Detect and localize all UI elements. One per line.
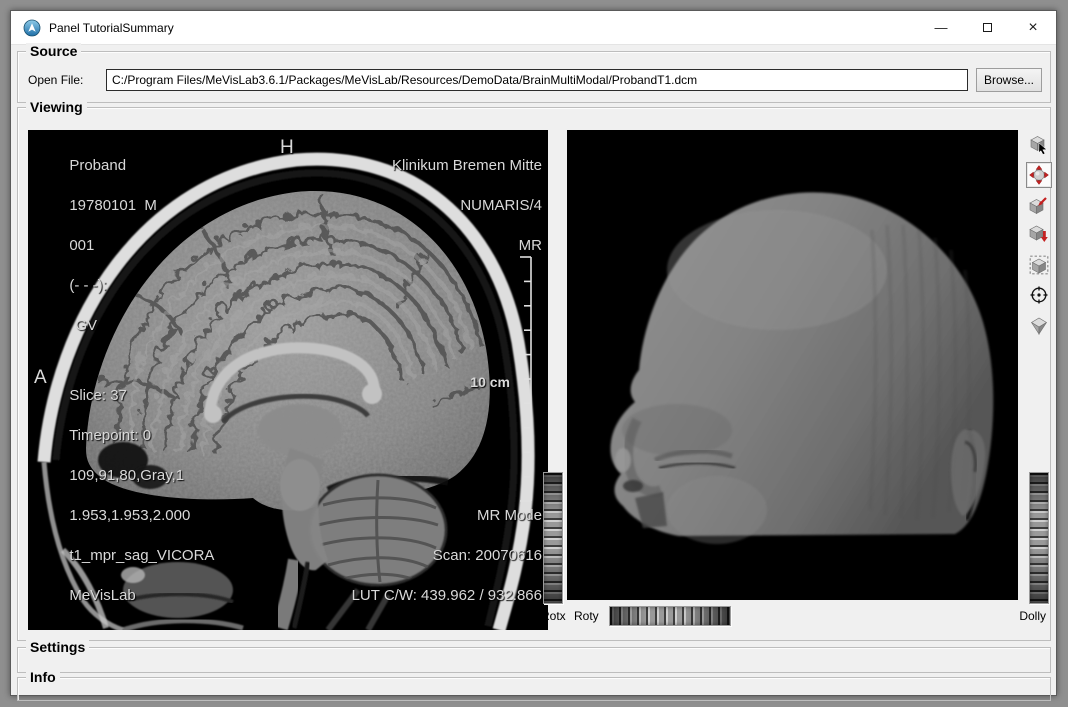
roty-label: Roty	[574, 609, 599, 623]
viewer-3d[interactable]	[567, 130, 1018, 600]
seek-icon	[1029, 285, 1049, 305]
mevislab-logo-icon	[23, 19, 41, 37]
minimize-icon: —	[935, 23, 948, 32]
mode-status-overlay: MR Mode Scan: 20070616 LUT C/W: 439.962 …	[318, 486, 542, 626]
window-title: Panel TutorialSummary	[49, 21, 174, 35]
view-mode-icon	[1029, 165, 1049, 185]
info-section: Info	[17, 677, 1051, 701]
patient-info-overlay: Proband 19780101 M 001 (- - -): GV	[36, 136, 157, 356]
file-path-input[interactable]	[106, 69, 968, 91]
dolly-label: Dolly	[1019, 609, 1046, 623]
browse-button[interactable]: Browse...	[976, 68, 1042, 92]
pick-mode-button[interactable]	[1026, 132, 1052, 158]
maximize-button[interactable]	[964, 11, 1010, 44]
slice-status-overlay: Slice: 37 Timepoint: 0 109,91,80,Gray,1 …	[36, 366, 214, 626]
rotx-thumbwheel[interactable]	[543, 472, 563, 604]
source-section: Source Open File: Browse...	[17, 51, 1051, 103]
maximize-icon	[983, 23, 992, 32]
dolly-thumbwheel[interactable]	[1029, 472, 1049, 604]
panel-window: Panel TutorialSummary — × Source Open Fi…	[10, 10, 1057, 696]
view-all-icon	[1029, 255, 1049, 275]
pick-mode-icon	[1029, 135, 1049, 155]
home-icon	[1029, 195, 1049, 215]
set-home-icon	[1029, 225, 1049, 245]
view-all-button[interactable]	[1026, 252, 1052, 278]
camera-type-icon	[1029, 315, 1049, 335]
info-section-title: Info	[26, 669, 60, 685]
seek-button[interactable]	[1026, 282, 1052, 308]
head-3d-render	[567, 130, 1018, 600]
window-controls: — ×	[918, 11, 1056, 44]
roty-thumbwheel[interactable]	[609, 606, 731, 626]
titlebar[interactable]: Panel TutorialSummary — ×	[11, 11, 1056, 45]
orientation-marker-head: H	[280, 138, 294, 158]
home-button[interactable]	[1026, 192, 1052, 218]
viewer3d-toolbar	[1026, 132, 1052, 342]
camera-type-button[interactable]	[1026, 312, 1052, 338]
scale-ruler	[518, 254, 534, 504]
settings-section: Settings	[17, 647, 1051, 673]
close-icon: ×	[1028, 19, 1037, 37]
source-section-title: Source	[26, 43, 81, 59]
minimize-button[interactable]: —	[918, 11, 964, 44]
rotx-label: Rotx	[541, 609, 566, 623]
scale-label: 10 cm	[470, 372, 510, 392]
viewing-section: Viewing	[17, 107, 1051, 641]
close-button[interactable]: ×	[1010, 11, 1056, 44]
view-mode-button[interactable]	[1026, 162, 1052, 188]
set-home-button[interactable]	[1026, 222, 1052, 248]
slice-viewer-2d[interactable]: Proband 19780101 M 001 (- - -): GV H A K…	[28, 130, 548, 630]
open-file-label: Open File:	[28, 73, 106, 87]
settings-section-title: Settings	[26, 639, 89, 655]
site-info-overlay: Klinikum Bremen Mitte NUMARIS/4 MR	[359, 136, 542, 276]
viewing-section-title: Viewing	[26, 99, 87, 115]
